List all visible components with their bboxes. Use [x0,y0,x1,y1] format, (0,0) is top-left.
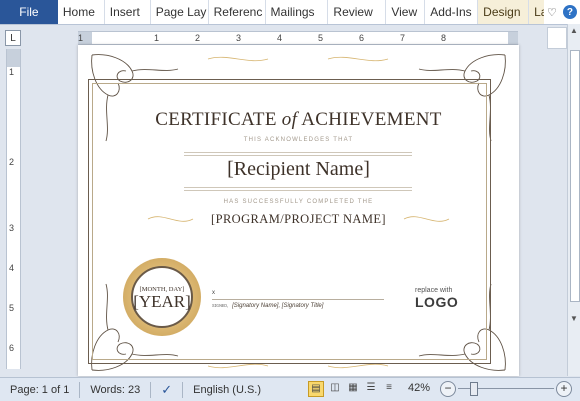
minimize-ribbon-icon[interactable]: ♡ [547,6,557,19]
title-certificate: CERTIFICATE [155,109,277,130]
zoom-slider-thumb[interactable] [470,382,478,396]
view-ruler-button[interactable] [547,27,567,49]
vertical-scrollbar[interactable]: ▲ ▼ [567,24,580,376]
tab-insert[interactable]: Insert [105,0,151,24]
tab-review[interactable]: Review [328,0,387,24]
proofing-icon[interactable]: ✓ [151,378,182,401]
full-screen-reading-icon[interactable]: ◫ [328,381,342,395]
tab-mailings[interactable]: Mailings [266,0,329,24]
horizontal-ruler[interactable]: 1 1 2 3 4 5 6 7 8 [78,31,518,45]
divider [184,187,412,188]
file-tab[interactable]: File [0,0,58,24]
view-buttons: ▤ ◫ ▦ ☰ ≡ [308,381,396,397]
signature-mark: x [212,290,215,296]
zoom-level[interactable]: 42% [408,382,430,394]
ruler-number: 1 [78,33,84,43]
certificate-title[interactable]: CERTIFICATE of ACHIEVEMENT [78,109,519,131]
tab-references[interactable]: Referenc [209,0,266,24]
document-page[interactable]: CERTIFICATE of ACHIEVEMENT THIS ACKNOWLE… [78,45,519,376]
tab-page-layout[interactable]: Page Lay [151,0,209,24]
completed-text[interactable]: HAS SUCCESSFULLY COMPLETED THE [78,199,519,205]
ruler-number: 2 [195,33,201,43]
divider [184,190,412,191]
tab-add-ins[interactable]: Add-Ins [425,0,479,24]
recipient-name-field[interactable]: [Recipient Name] [78,158,519,181]
ruler-number: 5 [9,303,15,313]
print-layout-icon[interactable]: ▤ [308,381,324,397]
tab-design[interactable]: Design [478,0,530,24]
ruler-number: 5 [318,33,324,43]
word-count[interactable]: Words: 23 [80,378,150,401]
acknowledges-text[interactable]: THIS ACKNOWLEDGES THAT [78,137,519,143]
web-layout-icon[interactable]: ▦ [346,381,360,395]
program-name-field[interactable]: [PROGRAM/PROJECT NAME] [78,212,519,227]
ruler-number: 6 [9,343,15,353]
ruler-number: 4 [9,263,15,273]
ruler-number: 8 [441,33,447,43]
scroll-down-icon[interactable]: ▼ [568,314,580,323]
help-icon[interactable]: ? [562,5,577,19]
ruler-number: 7 [400,33,406,43]
logo-placeholder[interactable]: LOGO [415,294,458,310]
scrollbar-thumb[interactable] [570,50,580,302]
signed-prefix: sɪɢɴᴇᴅ, [212,303,229,309]
scroll-up-icon[interactable]: ▲ [568,26,580,35]
ruler-right-margin [508,32,518,44]
ruler-number: 1 [154,33,160,43]
date-seal[interactable]: [MONTH, DAY] [YEAR] [123,258,201,336]
signature-line [212,299,384,300]
ribbon-right-controls: ♡ ? [544,0,580,24]
ruler-number: 6 [359,33,365,43]
tab-view[interactable]: View [386,0,426,24]
signatory-name-title: [Signatory Name], [Signatory Title] [232,303,324,309]
ruler-number: 4 [277,33,283,43]
tab-selector[interactable]: L [5,30,21,46]
ruler-top-margin [7,49,20,67]
divider [184,152,412,153]
logo-replace-text[interactable]: replace with [415,287,452,294]
status-bar: Page: 1 of 1 Words: 23 ✓ English (U.S.) … [0,377,580,401]
ruler-number: 3 [9,223,15,233]
zoom-in-icon[interactable]: + [556,381,572,397]
ruler-number: 1 [9,67,15,77]
title-achievement: ACHIEVEMENT [301,109,442,130]
ruler-number: 2 [9,157,15,167]
ribbon-tabs: File Home Insert Page Lay Referenc Maili… [0,0,580,25]
vertical-ruler[interactable]: 1 2 3 4 5 6 [6,49,21,369]
ruler-number: 3 [236,33,242,43]
language-indicator[interactable]: English (U.S.) [183,378,271,401]
seal-year[interactable]: [YEAR] [123,292,201,312]
outline-icon[interactable]: ☰ [364,381,378,395]
divider [184,155,412,156]
signatory-field[interactable]: sɪɢɴᴇᴅ, [Signatory Name], [Signatory Tit… [212,303,323,309]
draft-icon[interactable]: ≡ [382,381,396,395]
page-count[interactable]: Page: 1 of 1 [0,378,79,401]
title-of: of [281,109,298,130]
zoom-out-icon[interactable]: − [440,381,456,397]
tab-home[interactable]: Home [58,0,105,24]
